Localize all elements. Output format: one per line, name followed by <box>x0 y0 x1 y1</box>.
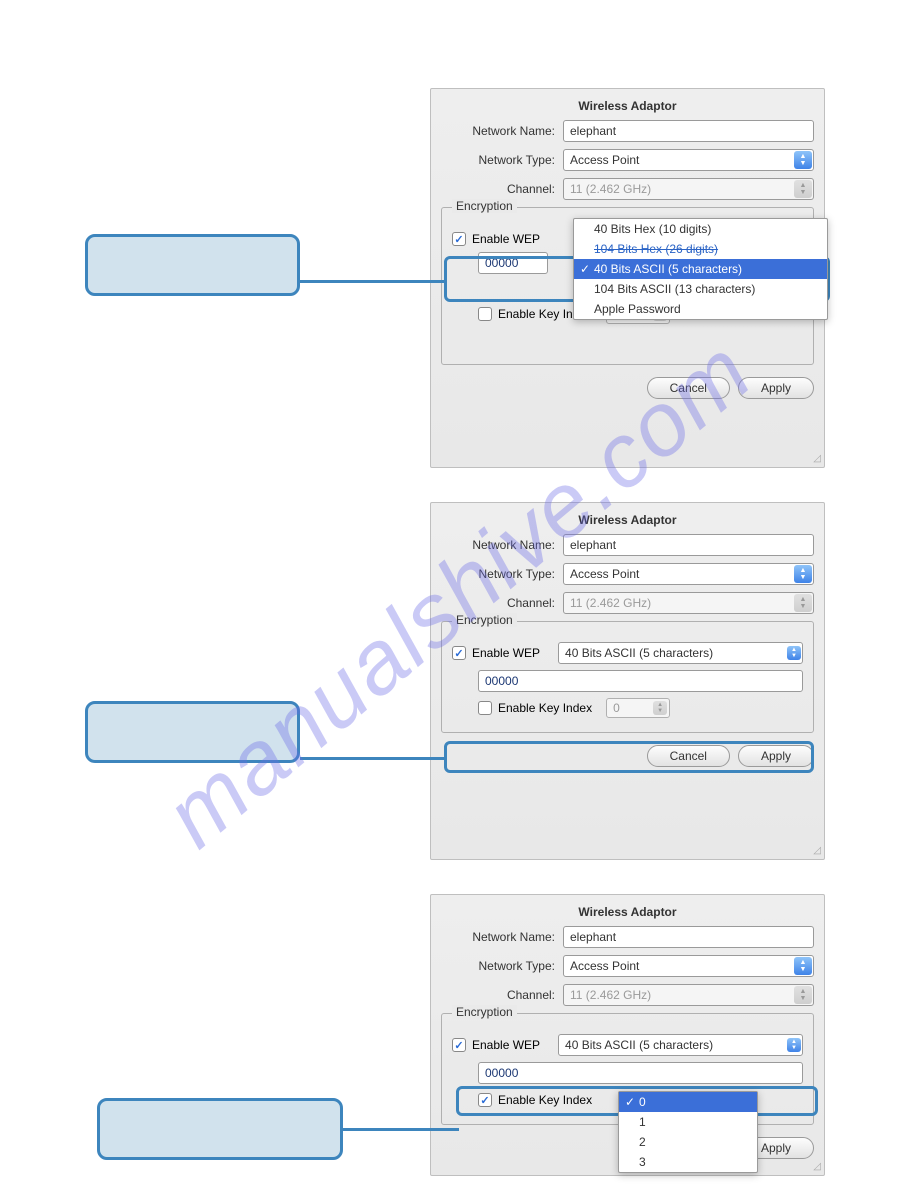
label-network-name: Network Name: <box>441 930 563 944</box>
wep-key-input[interactable]: 00000 <box>478 670 803 692</box>
encryption-legend: Encryption <box>452 613 517 627</box>
wep-type-value: 40 Bits ASCII (5 characters) <box>565 1038 713 1052</box>
callout-3 <box>97 1098 343 1160</box>
channel-value: 11 (2.462 GHz) <box>570 988 651 1002</box>
channel-value: 11 (2.462 GHz) <box>570 596 651 610</box>
dropdown-item-0[interactable]: 40 Bits Hex (10 digits) <box>574 219 827 239</box>
updown-icon: ▲▼ <box>794 957 812 975</box>
dropdown-item-3[interactable]: 104 Bits ASCII (13 characters) <box>574 279 827 299</box>
wep-type-value: 40 Bits ASCII (5 characters) <box>565 646 713 660</box>
label-channel: Channel: <box>441 988 563 1002</box>
network-type-select[interactable]: Access Point ▲▼ <box>563 563 814 585</box>
wep-type-dropdown[interactable]: 40 Bits Hex (10 digits) 104 Bits Hex (26… <box>573 218 828 320</box>
updown-icon: ▲▼ <box>794 565 812 583</box>
enable-wep-label: Enable WEP <box>472 646 540 660</box>
enable-wep-checkbox[interactable]: ✓ <box>452 646 466 660</box>
label-network-name: Network Name: <box>441 124 563 138</box>
enable-wep-checkbox[interactable]: ✓ <box>452 232 466 246</box>
label-network-name: Network Name: <box>441 538 563 552</box>
connector-1 <box>300 280 446 283</box>
resize-grip-icon: ◿ <box>813 453 821 464</box>
panel-3-title: Wireless Adaptor <box>441 903 814 919</box>
enable-wep-label: Enable WEP <box>472 232 540 246</box>
network-type-value: Access Point <box>570 959 639 973</box>
panel-2-title: Wireless Adaptor <box>441 511 814 527</box>
wep-type-select[interactable]: 40 Bits ASCII (5 characters) ▲▼ <box>558 642 803 664</box>
network-type-select[interactable]: Access Point ▲▼ <box>563 955 814 977</box>
key-index-item-0[interactable]: 0 <box>619 1092 757 1112</box>
wep-type-select[interactable]: 40 Bits ASCII (5 characters) ▲▼ <box>558 1034 803 1056</box>
label-network-type: Network Type: <box>441 959 563 973</box>
apply-button[interactable]: Apply <box>738 745 814 767</box>
updown-icon: ▲▼ <box>794 594 812 612</box>
network-type-value: Access Point <box>570 153 639 167</box>
callout-1 <box>85 234 300 296</box>
channel-value: 11 (2.462 GHz) <box>570 182 651 196</box>
key-index-item-1[interactable]: 1 <box>619 1112 757 1132</box>
key-index-dropdown[interactable]: 0 1 2 3 <box>618 1091 758 1173</box>
label-network-type: Network Type: <box>441 153 563 167</box>
enable-key-index-checkbox[interactable]: ✓ <box>478 1093 492 1107</box>
channel-select: 11 (2.462 GHz) ▲▼ <box>563 592 814 614</box>
network-name-input[interactable]: elephant <box>563 120 814 142</box>
resize-grip-icon: ◿ <box>813 845 821 856</box>
updown-icon: ▲▼ <box>653 701 667 715</box>
dropdown-item-2[interactable]: 40 Bits ASCII (5 characters) <box>574 259 827 279</box>
resize-grip-icon: ◿ <box>813 1161 821 1172</box>
connector-2 <box>300 757 446 760</box>
wep-key-input[interactable]: 00000 <box>478 1062 803 1084</box>
network-name-input[interactable]: elephant <box>563 926 814 948</box>
updown-icon: ▲▼ <box>787 1038 801 1052</box>
label-channel: Channel: <box>441 596 563 610</box>
enable-key-index-checkbox[interactable]: ✓ <box>478 307 492 321</box>
channel-select: 11 (2.462 GHz) ▲▼ <box>563 984 814 1006</box>
enable-key-index-label: Enable Key Index <box>498 701 592 715</box>
key-index-item-2[interactable]: 2 <box>619 1132 757 1152</box>
dropdown-item-4[interactable]: Apple Password <box>574 299 827 319</box>
cancel-button[interactable]: Cancel <box>647 377 730 399</box>
network-type-select[interactable]: Access Point ▲▼ <box>563 149 814 171</box>
key-index-item-3[interactable]: 3 <box>619 1152 757 1172</box>
label-channel: Channel: <box>441 182 563 196</box>
channel-select: 11 (2.462 GHz) ▲▼ <box>563 178 814 200</box>
callout-2 <box>85 701 300 763</box>
enable-wep-checkbox[interactable]: ✓ <box>452 1038 466 1052</box>
updown-icon: ▲▼ <box>794 180 812 198</box>
updown-icon: ▲▼ <box>794 986 812 1004</box>
key-index-value: 0 <box>613 701 620 715</box>
network-name-input[interactable]: elephant <box>563 534 814 556</box>
dropdown-item-1[interactable]: 104 Bits Hex (26 digits) <box>574 239 827 259</box>
enable-key-index-checkbox[interactable]: ✓ <box>478 701 492 715</box>
apply-button[interactable]: Apply <box>738 377 814 399</box>
enable-key-index-label: Enable Key Index <box>498 1093 592 1107</box>
encryption-legend: Encryption <box>452 199 517 213</box>
encryption-legend: Encryption <box>452 1005 517 1019</box>
enable-wep-label: Enable WEP <box>472 1038 540 1052</box>
key-index-select: 0 ▲▼ <box>606 698 670 718</box>
panel-1-title: Wireless Adaptor <box>441 97 814 113</box>
label-network-type: Network Type: <box>441 567 563 581</box>
wep-key-input[interactable]: 00000 <box>478 252 548 274</box>
updown-icon: ▲▼ <box>787 646 801 660</box>
encryption-fieldset: Encryption ✓ Enable WEP 40 Bits ASCII (5… <box>441 621 814 733</box>
panel-2: Wireless Adaptor Network Name: elephant … <box>430 502 825 860</box>
updown-icon: ▲▼ <box>794 151 812 169</box>
cancel-button[interactable]: Cancel <box>647 745 730 767</box>
network-type-value: Access Point <box>570 567 639 581</box>
connector-3 <box>343 1128 459 1131</box>
